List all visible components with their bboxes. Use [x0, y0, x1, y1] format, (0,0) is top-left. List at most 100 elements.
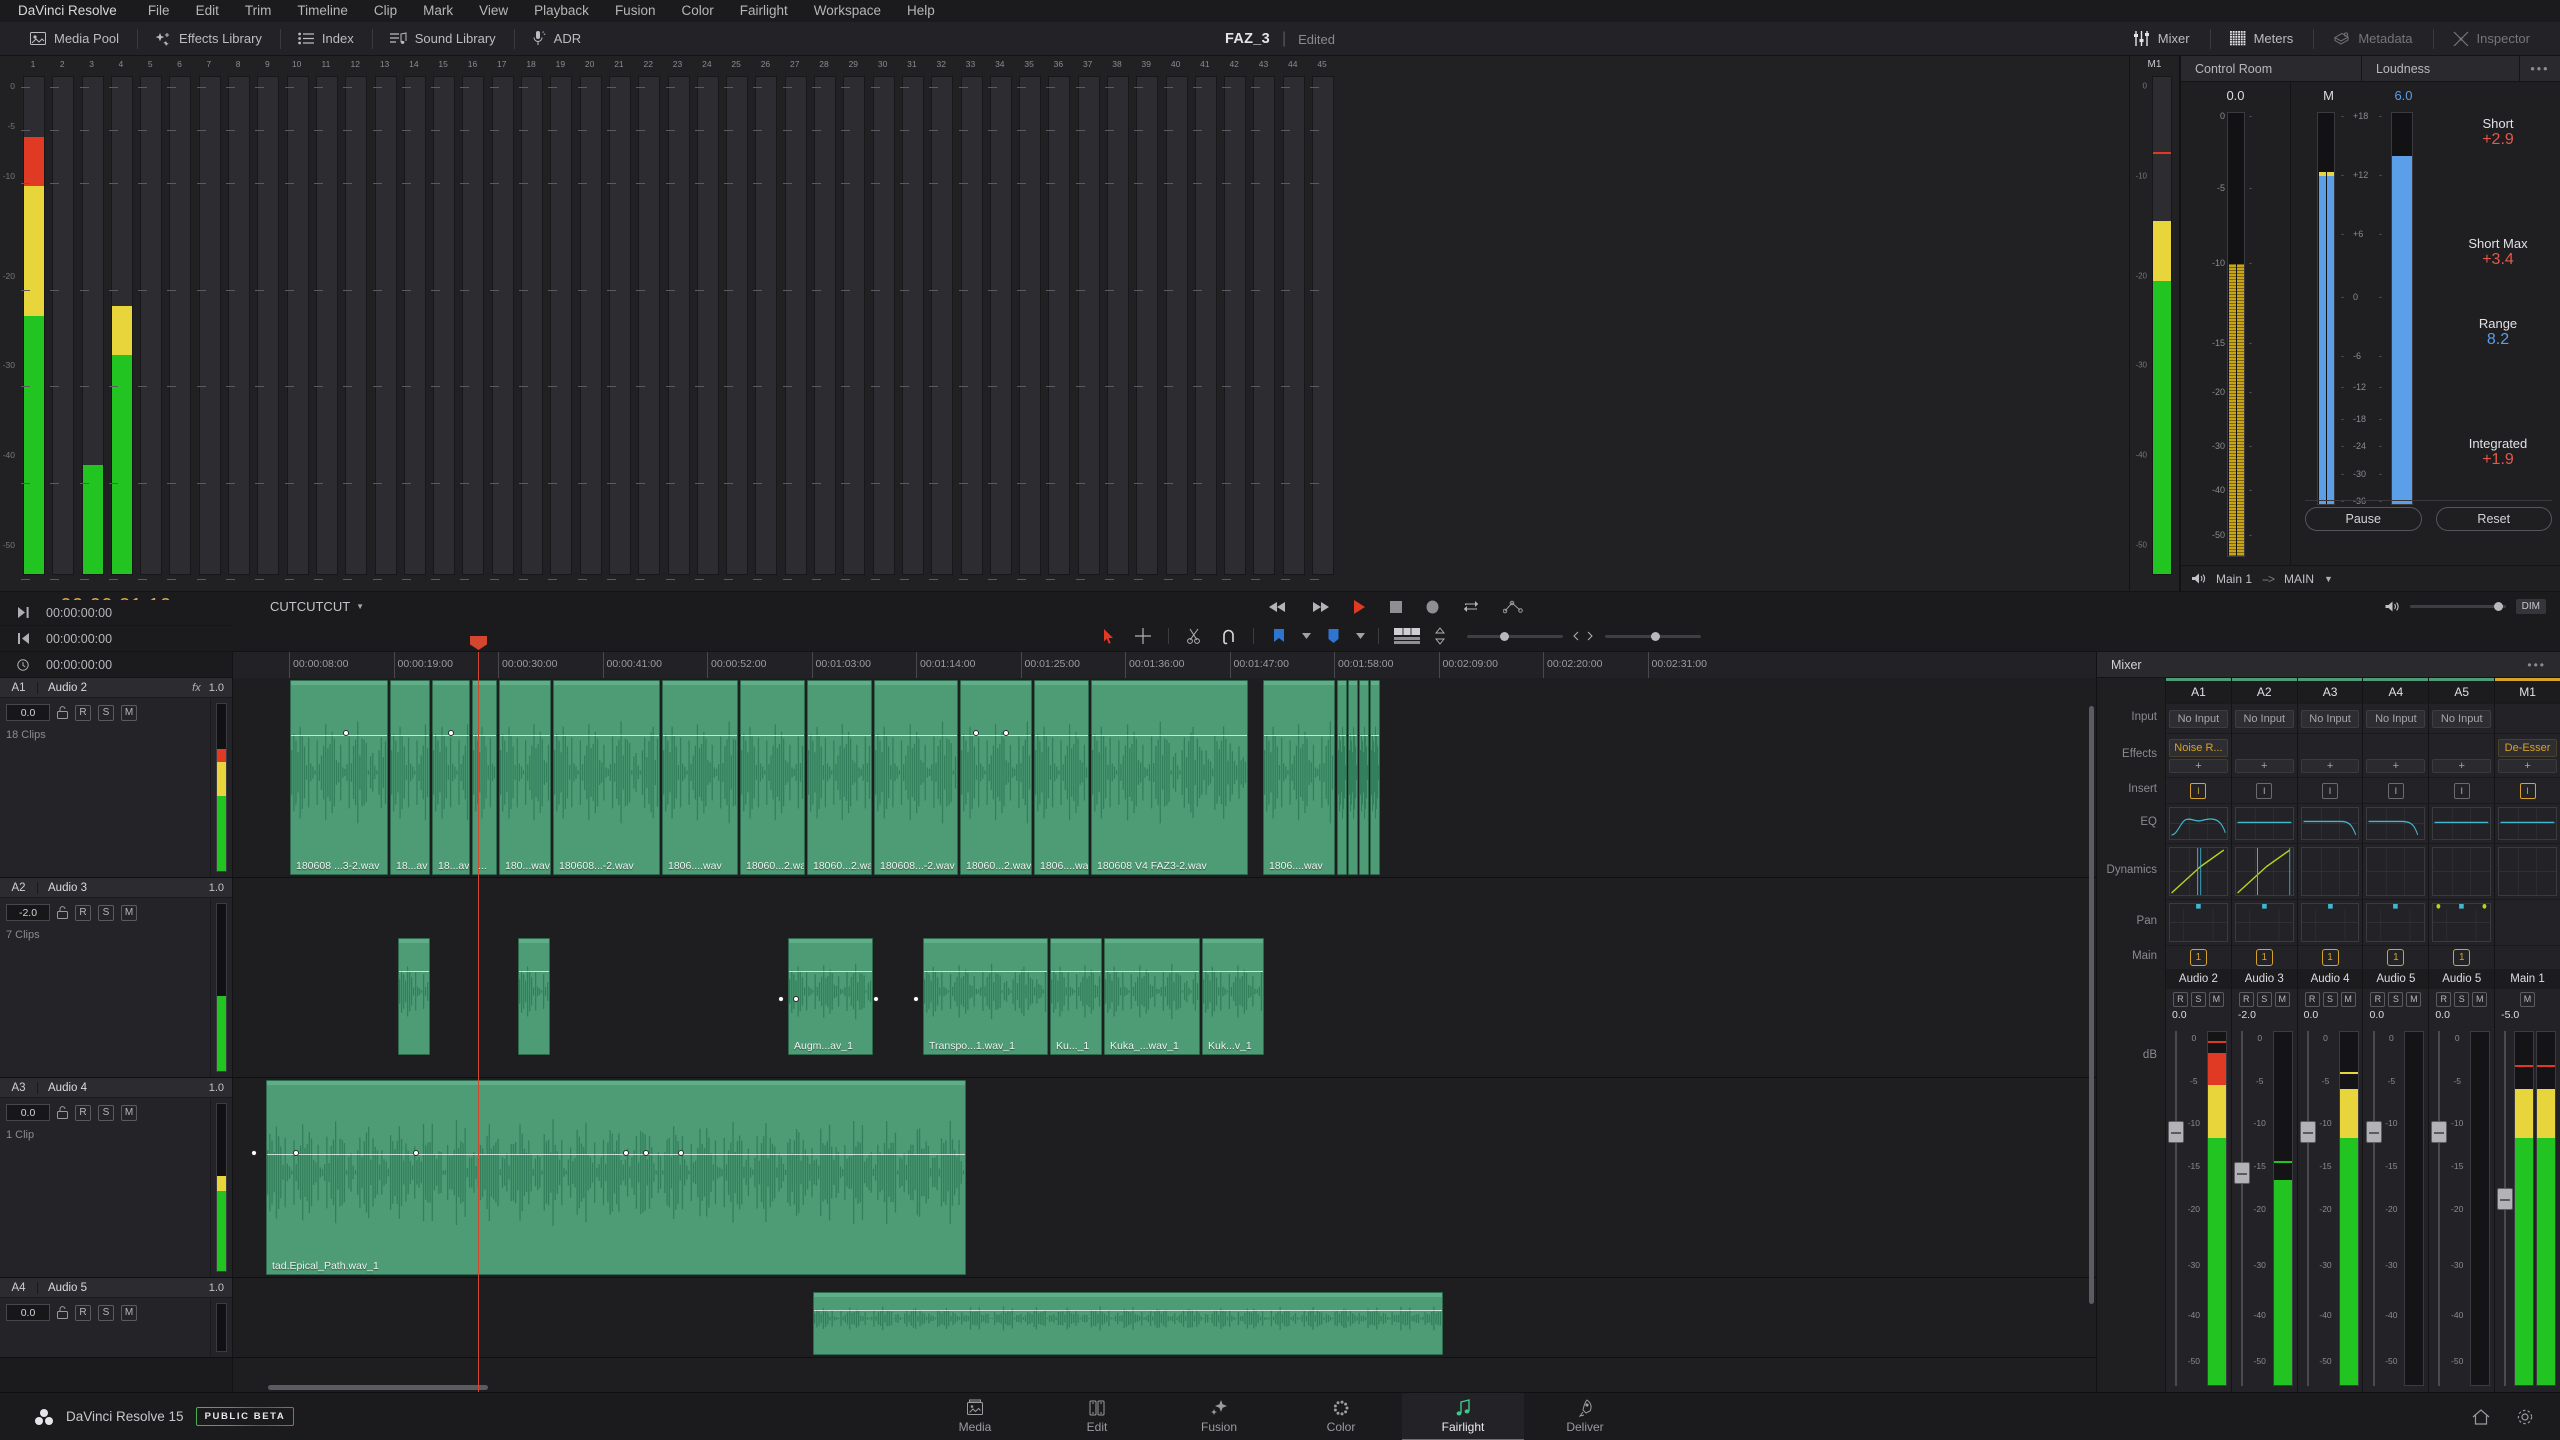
volume-keyframe[interactable]: [413, 1150, 419, 1156]
mixer-effects-cell[interactable]: +: [2429, 733, 2494, 777]
clip-level-line[interactable]: [1203, 971, 1263, 972]
mixer-record-arm-button[interactable]: R: [2239, 992, 2254, 1007]
volume-keyframe[interactable]: [1003, 730, 1009, 736]
mixer-effects-cell[interactable]: +: [2232, 733, 2297, 777]
timeline-zoom-slider[interactable]: [1605, 635, 1701, 638]
mixer-pan-field[interactable]: [2366, 903, 2425, 942]
clip-level-line[interactable]: [1338, 735, 1346, 736]
mixer-input-cell[interactable]: [2495, 703, 2560, 733]
tab-loudness[interactable]: Loudness: [2362, 56, 2520, 81]
mixer-eq-curve[interactable]: [2498, 807, 2557, 840]
mixer-pan-cell[interactable]: [2429, 899, 2494, 945]
mixer-eq-cell[interactable]: [2166, 803, 2231, 843]
timeline-clip[interactable]: [1337, 680, 1347, 875]
snapping-magnet-icon[interactable]: [1211, 621, 1245, 651]
toolbar-media-pool-button[interactable]: Media Pool: [12, 22, 137, 56]
menu-item-color[interactable]: Color: [668, 0, 726, 22]
clip-level-line[interactable]: [500, 735, 550, 736]
mixer-input-value[interactable]: No Input: [2366, 710, 2425, 728]
mixer-add-effect-button[interactable]: +: [2235, 759, 2294, 773]
mixer-input-cell[interactable]: No Input: [2232, 703, 2297, 733]
mixer-fader-value[interactable]: 0.0: [2363, 1009, 2428, 1021]
track-name[interactable]: Audio 5: [38, 1282, 209, 1294]
mixer-eq-curve[interactable]: [2169, 807, 2228, 840]
mixer-insert-cell[interactable]: I: [2166, 777, 2231, 803]
volume-keyframe[interactable]: [793, 996, 799, 1002]
clip-level-line[interactable]: [875, 735, 957, 736]
mixer-insert-cell[interactable]: I: [2232, 777, 2297, 803]
mixer-input-value[interactable]: No Input: [2235, 710, 2294, 728]
mixer-solo-button[interactable]: S: [2454, 992, 2469, 1007]
clip-level-line[interactable]: [808, 735, 871, 736]
timeline-clip[interactable]: 18060...2.wav: [740, 680, 805, 875]
toolbar-effects-library-button[interactable]: Effects Library: [137, 22, 280, 56]
menu-item-edit[interactable]: Edit: [183, 0, 232, 22]
mixer-eq-cell[interactable]: [2232, 803, 2297, 843]
timeline-clip[interactable]: [1348, 680, 1358, 875]
mixer-fader-zone[interactable]: 0-5-10-15-20-30-40-50: [2363, 1021, 2428, 1392]
lock-icon[interactable]: [57, 906, 68, 919]
clip-level-line[interactable]: [741, 735, 804, 736]
mixer-eq-cell[interactable]: [2495, 803, 2560, 843]
mixer-insert-button[interactable]: I: [2520, 783, 2536, 799]
track-solo-button[interactable]: S: [98, 1105, 114, 1121]
mixer-fader-value[interactable]: 0.0: [2298, 1009, 2363, 1021]
clip-level-line[interactable]: [789, 971, 872, 972]
mixer-solo-button[interactable]: S: [2257, 992, 2272, 1007]
volume-keyframe[interactable]: [873, 996, 879, 1002]
mixer-insert-cell[interactable]: I: [2429, 777, 2494, 803]
mixer-fader-value[interactable]: 0.0: [2429, 1009, 2494, 1021]
mixer-main-bus-button[interactable]: 1: [2387, 949, 2404, 966]
track-record-arm-button[interactable]: R: [75, 705, 91, 721]
clip-level-line[interactable]: [399, 971, 429, 972]
mixer-dynamics-curve[interactable]: [2432, 847, 2491, 896]
marker-icon[interactable]: [1316, 621, 1350, 651]
mixer-fader-value[interactable]: -5.0: [2495, 1009, 2560, 1021]
track-lanes[interactable]: 180608 ...3-2.wav18...av18...av...180...…: [232, 678, 2096, 1392]
mixer-main-bus-button[interactable]: 1: [2322, 949, 2339, 966]
timeline-clip[interactable]: Augm...av_1: [788, 938, 873, 1055]
volume-keyframe[interactable]: [448, 730, 454, 736]
mixer-track-name[interactable]: Audio 4: [2298, 969, 2363, 989]
zoom-fit-icon[interactable]: [1563, 621, 1603, 651]
mixer-fader-zone[interactable]: 0-5-10-15-20-30-40-50: [2429, 1021, 2494, 1392]
mixer-insert-cell[interactable]: I: [2298, 777, 2363, 803]
volume-fader[interactable]: [2431, 1121, 2447, 1143]
mixer-eq-curve[interactable]: [2301, 807, 2360, 840]
clip-level-line[interactable]: [291, 735, 387, 736]
toolbar-sound-library-button[interactable]: Sound Library: [372, 22, 514, 56]
timeline-clip[interactable]: 180608...-2.wav: [553, 680, 660, 875]
mixer-insert-cell[interactable]: I: [2363, 777, 2428, 803]
mixer-input-cell[interactable]: No Input: [2363, 703, 2428, 733]
clip-level-line[interactable]: [1051, 971, 1101, 972]
page-deliver[interactable]: Deliver: [1524, 1393, 1646, 1440]
mixer-fader-value[interactable]: 0.0: [2166, 1009, 2231, 1021]
lock-icon[interactable]: [57, 1106, 68, 1119]
mixer-eq-cell[interactable]: [2298, 803, 2363, 843]
timecode-field-row[interactable]: 00:00:00:00: [0, 600, 232, 626]
mixer-track-name[interactable]: Main 1: [2495, 969, 2560, 989]
menu-item-trim[interactable]: Trim: [232, 0, 285, 22]
track-gain-field[interactable]: -2.0: [6, 904, 50, 921]
track-lane-a1[interactable]: 180608 ...3-2.wav18...av18...av...180...…: [233, 678, 2096, 878]
track-lane-a4[interactable]: [233, 1278, 2096, 1358]
clip-level-line[interactable]: [814, 1310, 1442, 1311]
mixer-mute-button[interactable]: M: [2341, 992, 2356, 1007]
panel-options-dots[interactable]: •••: [2520, 56, 2560, 81]
mixer-dynamics-cell[interactable]: [2363, 843, 2428, 899]
track-name[interactable]: Audio 2: [38, 682, 192, 694]
clip-level-line[interactable]: [1349, 735, 1357, 736]
volume-slider[interactable]: [2410, 605, 2506, 608]
track-record-arm-button[interactable]: R: [75, 1105, 91, 1121]
menu-item-clip[interactable]: Clip: [361, 0, 410, 22]
mixer-fader-value[interactable]: -2.0: [2232, 1009, 2297, 1021]
mixer-input-value[interactable]: No Input: [2169, 710, 2228, 728]
clip-level-line[interactable]: [1360, 735, 1368, 736]
mixer-input-value[interactable]: No Input: [2301, 710, 2360, 728]
track-solo-button[interactable]: S: [98, 905, 114, 921]
mixer-effects-cell[interactable]: +: [2363, 733, 2428, 777]
timecode-field-row[interactable]: 00:00:00:00: [0, 652, 232, 678]
timeline-ruler[interactable]: 00:00:08:0000:00:19:0000:00:30:0000:00:4…: [232, 652, 2096, 678]
mixer-insert-button[interactable]: I: [2454, 783, 2470, 799]
track-lane-a2[interactable]: Augm...av_1Transpo...1.wav_1Ku..._1Kuka_…: [233, 878, 2096, 1078]
